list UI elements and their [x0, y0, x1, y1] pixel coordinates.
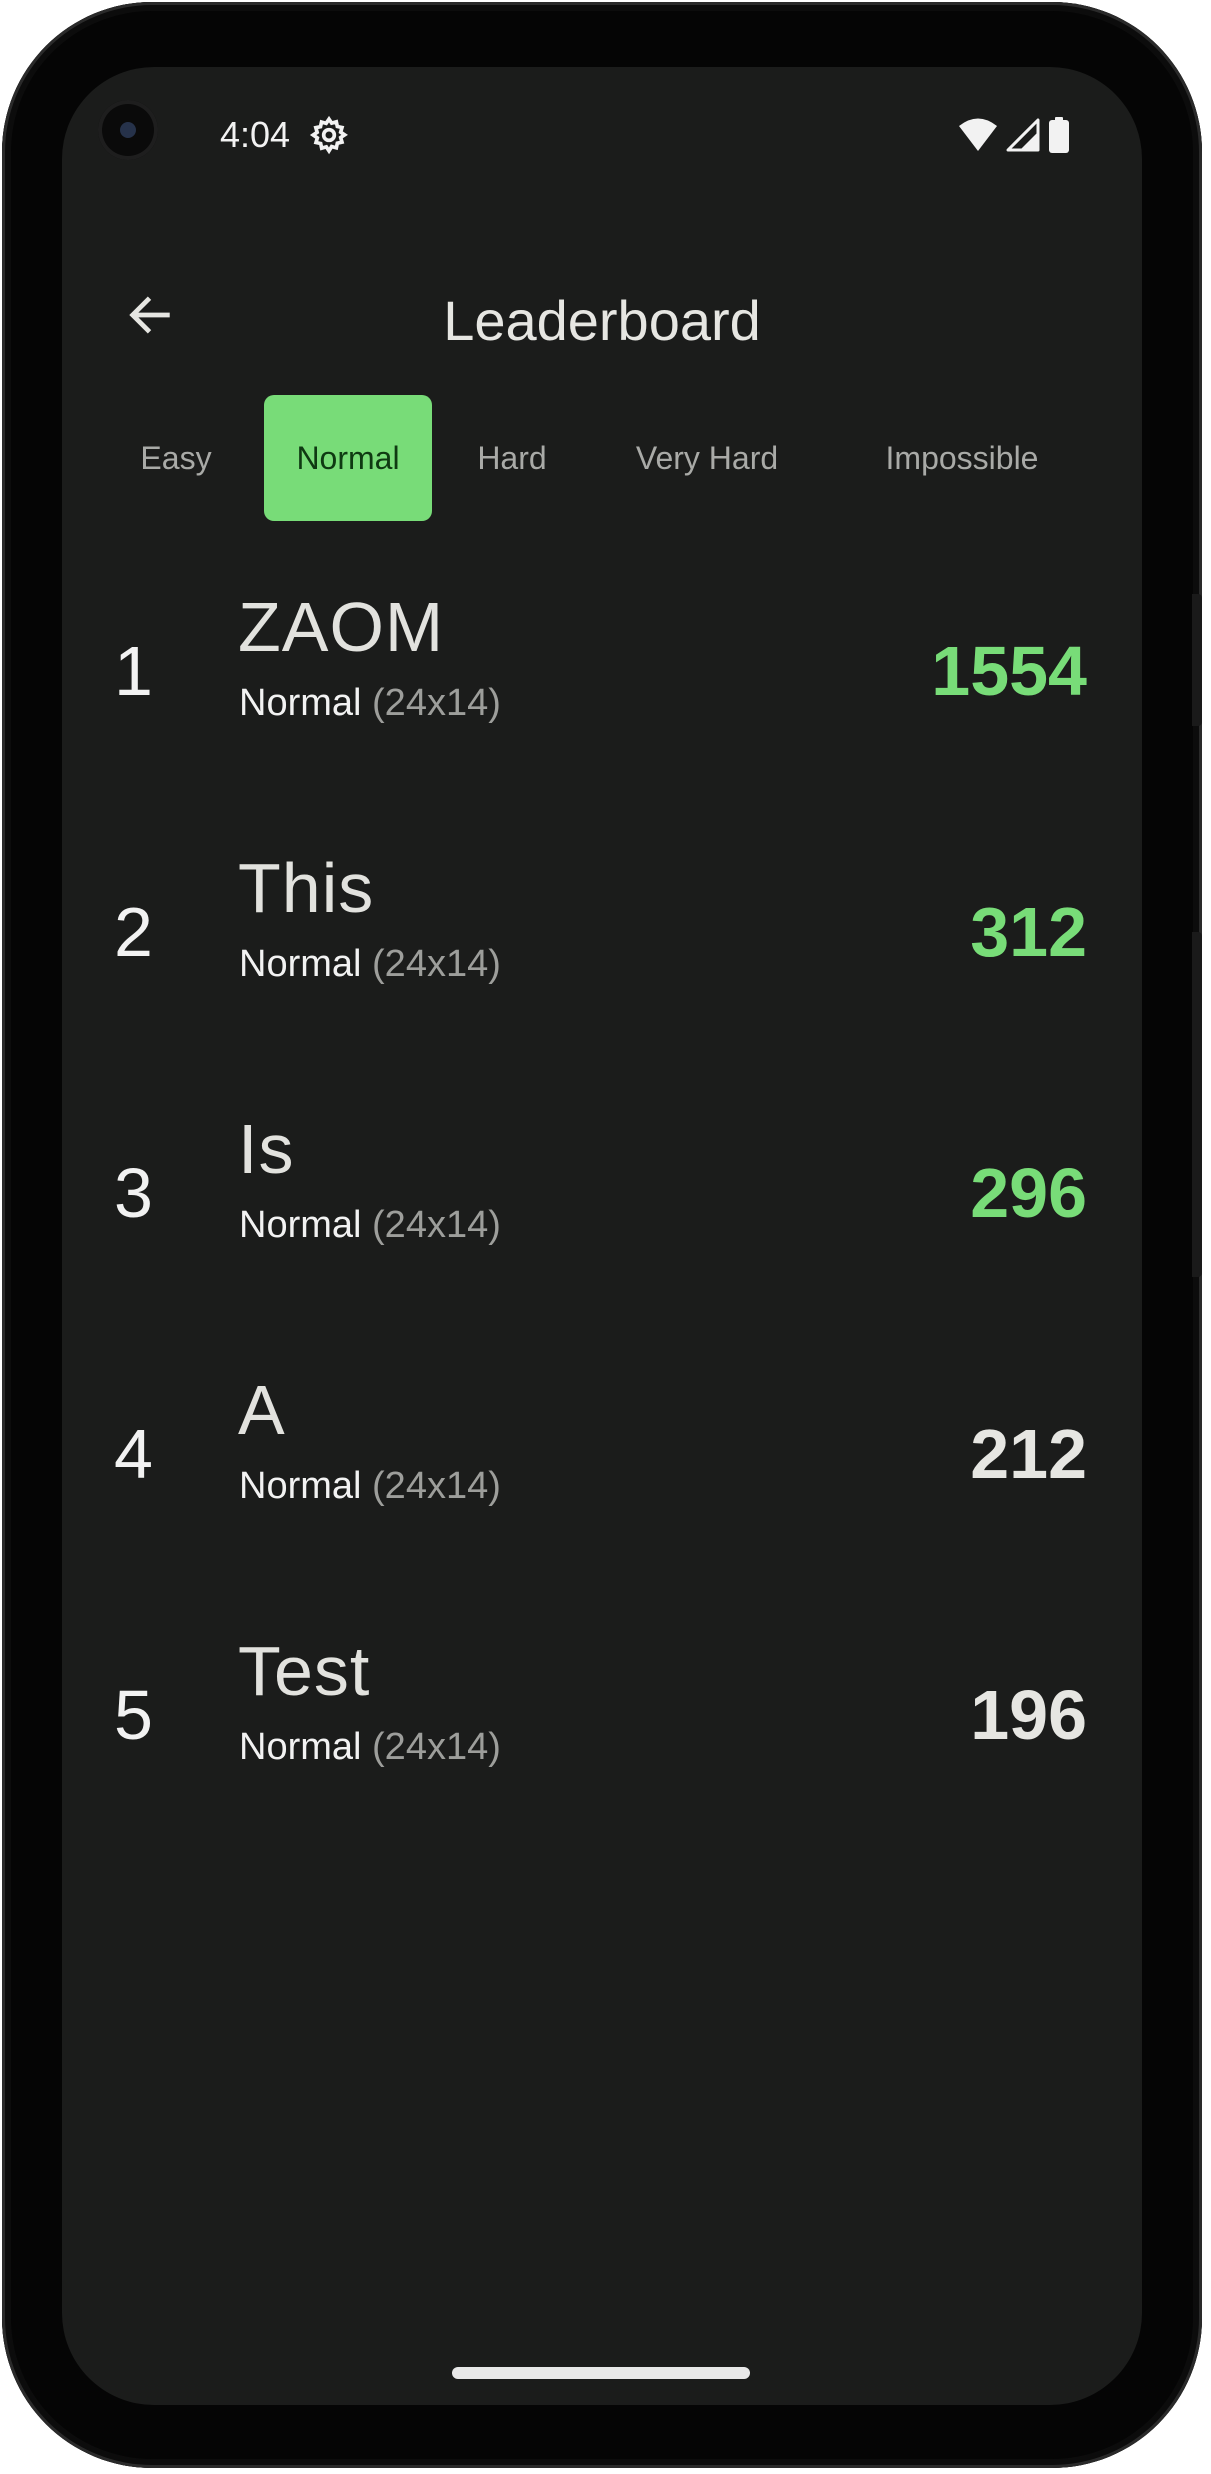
home-indicator[interactable] [452, 2367, 750, 2379]
player-name: ZAOM [238, 588, 445, 666]
detail-board-size: (24x14) [372, 1726, 501, 1768]
player-detail: Normal (24x14) [239, 1203, 501, 1247]
detail-board-size: (24x14) [372, 1204, 501, 1246]
app-screen: 4:04 Leaderboard Easy Normal Hard Very H… [62, 67, 1142, 2405]
leaderboard-row: 4 A Normal (24x14) 212 [62, 1370, 1142, 1570]
tab-easy[interactable]: Easy [122, 395, 230, 521]
player-name: Test [238, 1632, 371, 1710]
power-button [1192, 932, 1202, 1277]
rank-number: 5 [114, 1676, 153, 1754]
rank-number: 1 [114, 632, 153, 710]
detail-board-size: (24x14) [372, 943, 501, 985]
wifi-icon [959, 118, 997, 151]
detail-mode: Normal [239, 943, 362, 985]
tab-normal[interactable]: Normal [264, 395, 432, 521]
player-name: Is [238, 1110, 295, 1188]
rank-number: 4 [114, 1415, 153, 1493]
detail-board-size: (24x14) [372, 1465, 501, 1507]
leaderboard-row: 3 Is Normal (24x14) 296 [62, 1109, 1142, 1309]
phone-frame: 4:04 Leaderboard Easy Normal Hard Very H… [2, 2, 1202, 2468]
leaderboard-row: 1 ZAOM Normal (24x14) 1554 [62, 587, 1142, 787]
status-time: 4:04 [220, 114, 291, 155]
detail-mode: Normal [239, 1204, 362, 1246]
settings-gear-icon [309, 115, 348, 155]
rank-number: 3 [114, 1154, 153, 1232]
tab-hard[interactable]: Hard [462, 395, 562, 521]
status-icons [958, 117, 1070, 153]
difficulty-tabs: Easy Normal Hard Very Hard Impossible [62, 395, 1142, 521]
tab-very-hard[interactable]: Very Hard [602, 395, 812, 521]
detail-mode: Normal [239, 1726, 362, 1768]
player-score: 1554 [931, 632, 1087, 710]
rank-number: 2 [114, 893, 153, 971]
player-name: This [238, 849, 375, 927]
player-score: 212 [970, 1415, 1087, 1493]
detail-board-size: (24x14) [372, 682, 501, 724]
player-detail: Normal (24x14) [239, 681, 501, 725]
leaderboard-row: 5 Test Normal (24x14) 196 [62, 1631, 1142, 1831]
player-score: 296 [970, 1154, 1087, 1232]
detail-mode: Normal [239, 682, 362, 724]
player-name: A [238, 1371, 286, 1449]
front-camera [98, 100, 158, 160]
player-score: 196 [970, 1676, 1087, 1754]
signal-icon [1006, 118, 1040, 152]
detail-mode: Normal [239, 1465, 362, 1507]
volume-button [1192, 594, 1202, 726]
page-title: Leaderboard [443, 289, 761, 352]
player-detail: Normal (24x14) [239, 942, 501, 986]
tab-impossible[interactable]: Impossible [852, 395, 1072, 521]
leaderboard-row: 2 This Normal (24x14) 312 [62, 848, 1142, 1048]
player-detail: Normal (24x14) [239, 1464, 501, 1508]
battery-icon [1049, 117, 1069, 153]
player-score: 312 [970, 893, 1087, 971]
player-detail: Normal (24x14) [239, 1725, 501, 1769]
